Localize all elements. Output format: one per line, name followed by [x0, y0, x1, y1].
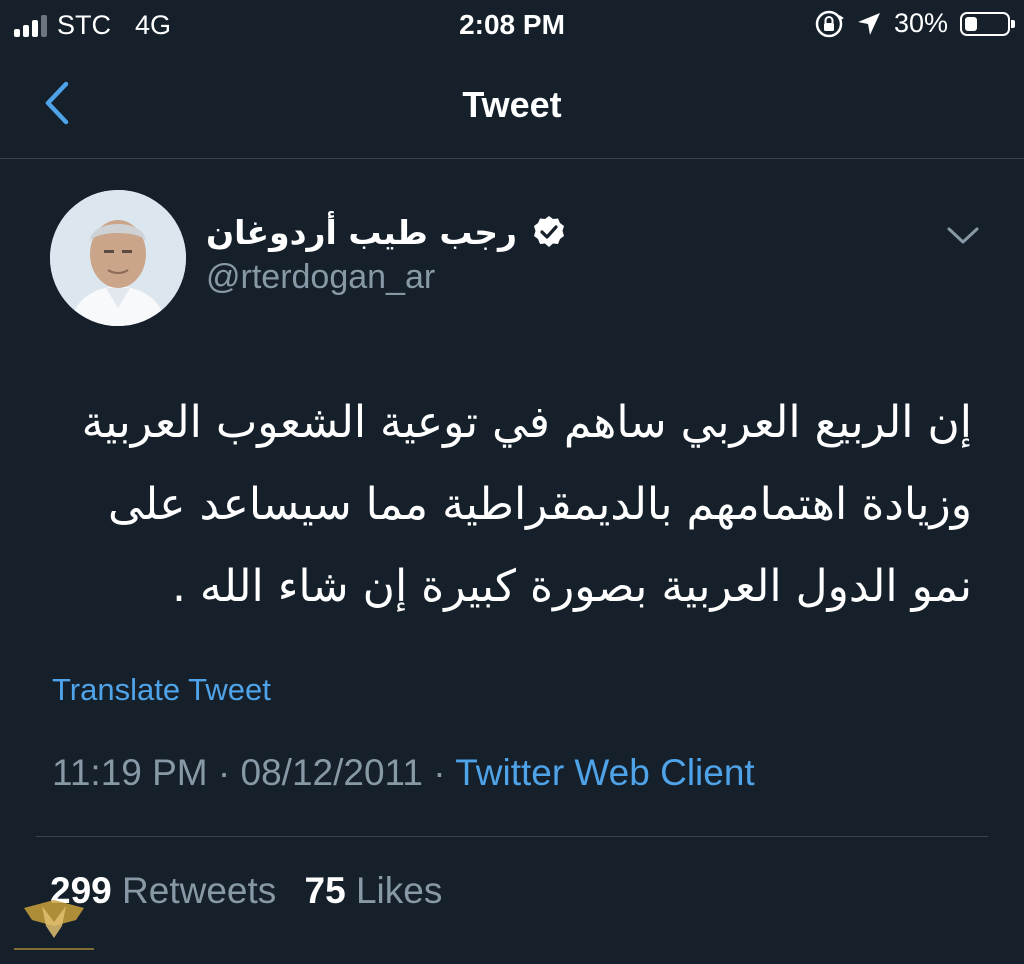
tweet-text: إن الربيع العربي ساهم في توعية الشعوب ال…	[42, 382, 972, 628]
orientation-lock-icon	[815, 10, 844, 37]
tweet-stats: 299 Retweets 75 Likes	[50, 870, 442, 912]
profile-photo	[50, 190, 186, 326]
display-name[interactable]: رجب طيب أردوغان	[206, 213, 517, 252]
author-name-row[interactable]: رجب طيب أردوغان	[206, 205, 567, 259]
likes-count: 75	[304, 870, 346, 911]
tweet-date: 08/12/2011	[240, 752, 423, 793]
battery-icon	[960, 11, 1015, 36]
tweet-line: وزيادة اهتمامهم بالديمقراطية مما سيساعد …	[108, 479, 972, 530]
likes-stat[interactable]: 75 Likes	[305, 870, 443, 911]
status-right: 30%	[814, 8, 1015, 39]
location-arrow-icon	[857, 12, 880, 35]
likes-label: Likes	[355, 870, 443, 911]
nav-header: Tweet	[0, 54, 1024, 159]
meta-separator: ·	[217, 752, 231, 793]
watermark-logo-icon	[14, 900, 94, 950]
tweet-meta: 11:19 PM · 08/12/2011 · Twitter Web Clie…	[52, 752, 755, 794]
retweets-label: Retweets	[122, 870, 277, 911]
battery-percent: 30%	[893, 8, 948, 38]
chevron-down-icon	[947, 227, 979, 244]
page-title: Tweet	[462, 84, 562, 125]
tweet-time: 11:19 PM	[52, 752, 208, 793]
tweet-options-button[interactable]	[945, 222, 981, 250]
divider	[36, 836, 988, 837]
status-bar: STC 4G 2:08 PM 30%	[0, 0, 1024, 54]
user-handle[interactable]: @rterdogan_ar	[206, 258, 435, 297]
meta-separator: ·	[433, 752, 446, 793]
verified-badge-icon	[534, 216, 565, 247]
tweet-line: إن الربيع العربي ساهم في توعية الشعوب ال…	[81, 397, 972, 448]
avatar[interactable]	[50, 190, 186, 326]
client-link[interactable]: Twitter Web Client	[455, 752, 755, 793]
tweet-line: نمو الدول العربية بصورة كبيرة إن شاء الل…	[171, 561, 972, 612]
translate-tweet-link[interactable]: Translate Tweet	[52, 672, 271, 708]
